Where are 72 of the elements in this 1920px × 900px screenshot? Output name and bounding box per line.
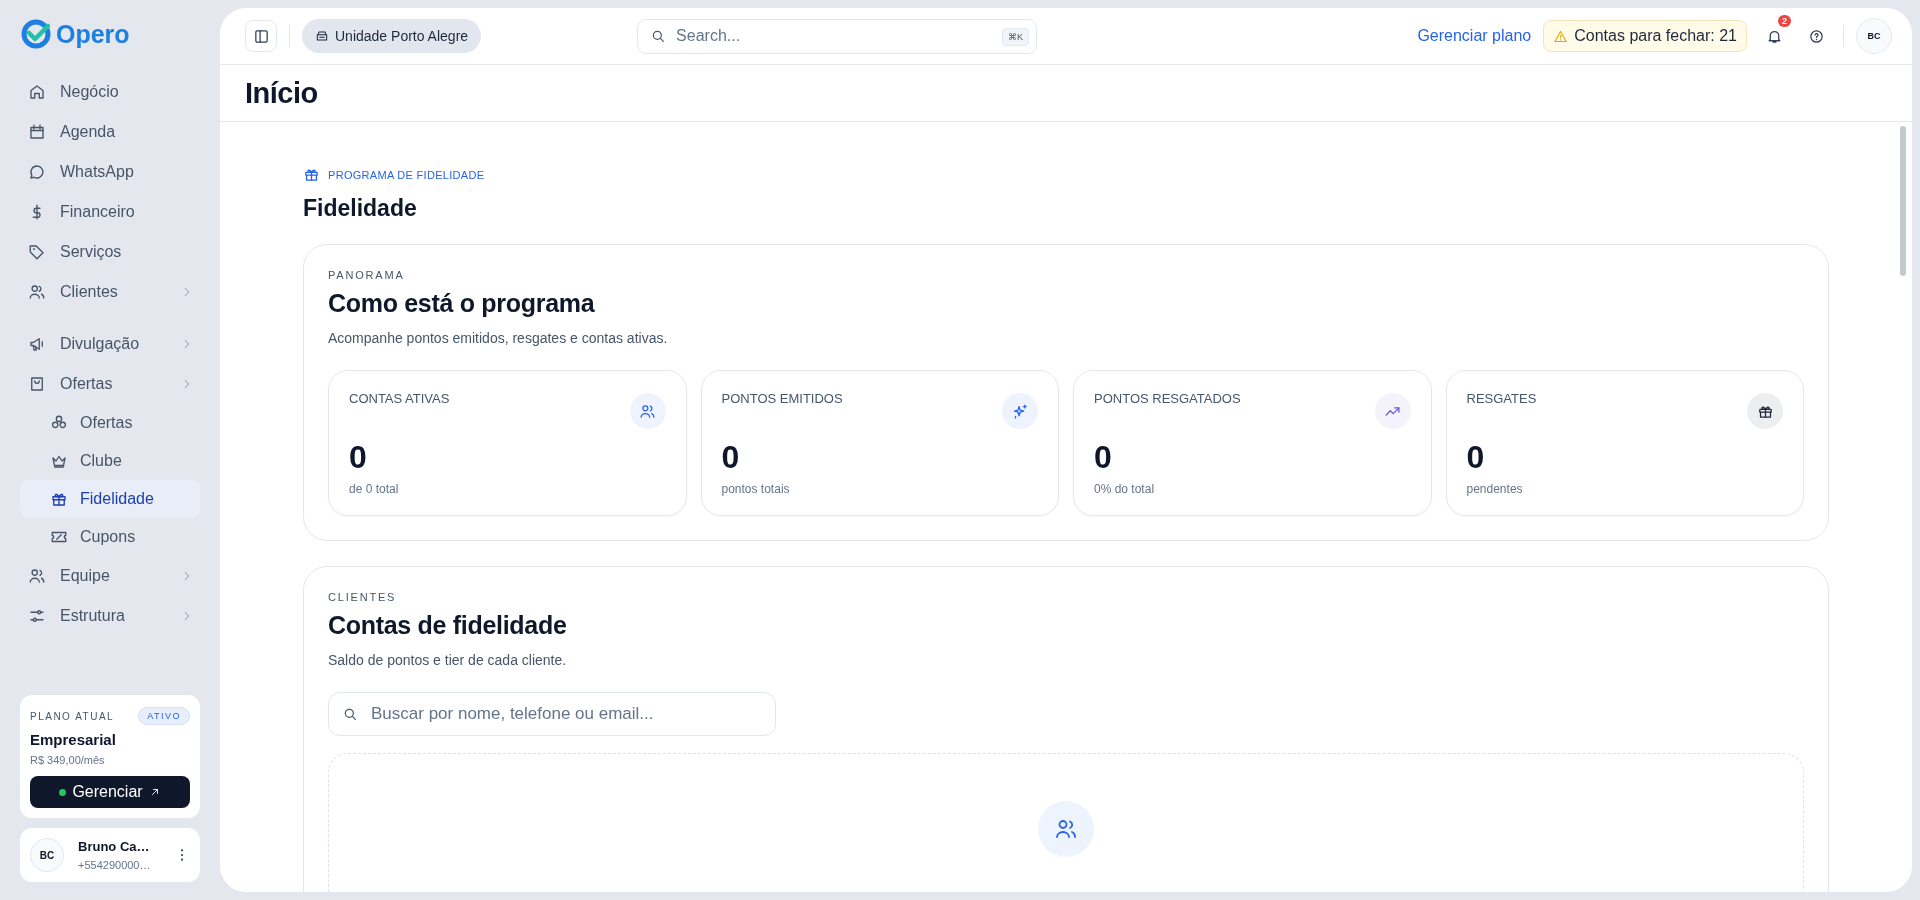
help-icon — [1807, 27, 1825, 45]
bag-icon — [28, 375, 46, 393]
sidebar-toggle-button[interactable] — [245, 20, 277, 52]
user-phone: +554290000… — [78, 859, 152, 871]
page-title: Início — [245, 76, 318, 110]
stat-value: 0 — [1094, 439, 1113, 476]
status-badge: ATIVO — [138, 707, 190, 725]
nav-item[interactable]: Equipe — [20, 556, 200, 596]
card-eyebrow: CLIENTES — [328, 591, 398, 603]
alert-button[interactable]: Contas para fechar: 21 — [1543, 20, 1747, 52]
notification-count: 2 — [1778, 15, 1791, 27]
nav-item[interactable]: Clientes — [20, 272, 200, 312]
users-icon — [1038, 801, 1094, 857]
plan-label: PLANO ATUAL — [30, 710, 115, 722]
nav-item[interactable]: WhatsApp — [20, 152, 200, 192]
status-dot — [59, 788, 67, 796]
nav-subitem[interactable]: Fidelidade — [20, 480, 200, 518]
nav-item[interactable]: Agenda — [20, 112, 200, 152]
stat-label: RESGATES — [1466, 391, 1537, 406]
users-icon — [28, 567, 46, 585]
sidebar-icon — [252, 27, 270, 45]
nav-subitem[interactable]: Clube — [20, 442, 200, 480]
calendar-icon — [28, 123, 46, 141]
nav-subitem[interactable]: Cupons — [20, 518, 200, 556]
stat-value: 0 — [349, 439, 368, 476]
nav-item[interactable]: Serviços — [20, 232, 200, 272]
megaphone-icon — [28, 335, 46, 353]
stat-caption: de 0 total — [349, 482, 400, 496]
user-card[interactable]: BC Bruno Ca… +554290000… — [20, 828, 200, 882]
user-name: Bruno Ca… — [78, 839, 151, 854]
section-eyebrow: PROGRAMA DE FIDELIDADE — [328, 168, 485, 181]
chat-bubble-icon — [28, 163, 46, 181]
section-title: Fidelidade — [303, 195, 418, 222]
gift-icon — [303, 166, 320, 183]
nav-item[interactable]: Ofertas — [20, 364, 200, 404]
stat-label: CONTAS ATIVAS — [349, 391, 450, 406]
stat-caption: pendentes — [1466, 482, 1524, 496]
nav-item[interactable]: Financeiro — [20, 192, 200, 232]
warning-icon — [1553, 28, 1569, 44]
brand-name: Opero — [56, 19, 130, 49]
card-eyebrow: PANORAMA — [328, 269, 406, 281]
manage-button[interactable]: Gerenciar — [30, 776, 190, 808]
nav-item[interactable]: Negócio — [20, 72, 200, 112]
unit-selector[interactable]: Unidade Porto Alegre — [302, 19, 482, 53]
search-icon — [650, 28, 667, 44]
stat-label: PONTOS RESGATADOS — [1094, 391, 1241, 406]
sliders-icon — [28, 607, 46, 625]
home-icon — [28, 83, 46, 101]
nav-item[interactable]: Divulgação — [20, 324, 200, 364]
card-title: Contas de fidelidade — [328, 611, 568, 640]
search-field[interactable]: Buscar por nome, telefone ou email... — [328, 692, 776, 736]
nav-subitem[interactable]: Ofertas — [20, 404, 200, 442]
card-subtitle: Acompanhe pontos emitidos, resgates e contas ativas. — [328, 330, 669, 346]
stat-value: 0 — [721, 439, 741, 476]
logo-icon — [20, 18, 52, 50]
stat-value: 0 — [1466, 439, 1486, 476]
store-icon — [315, 29, 329, 43]
plan-price: R$ 349,00/mês — [30, 754, 106, 766]
stat-label: PONTOS EMITIDOS — [721, 391, 843, 406]
card-title: Como está o programa — [328, 289, 596, 318]
user-avatar[interactable]: BC — [1856, 18, 1892, 54]
scrollbar[interactable] — [1900, 126, 1906, 276]
user-avatar: BC — [30, 838, 64, 872]
nav-item[interactable]: Estrutura — [20, 596, 200, 636]
users-icon — [28, 283, 46, 301]
tag-icon — [28, 243, 46, 261]
stat-caption: 0% do total — [1094, 482, 1156, 496]
search-icon — [342, 706, 358, 722]
manage-plan-link[interactable]: Gerenciar plano — [1417, 27, 1532, 45]
plan-name: Empresarial — [30, 731, 117, 748]
card-subtitle: Saldo de pontos e tier de cada cliente. — [328, 652, 568, 668]
stat-caption: pontos totais — [721, 482, 791, 496]
